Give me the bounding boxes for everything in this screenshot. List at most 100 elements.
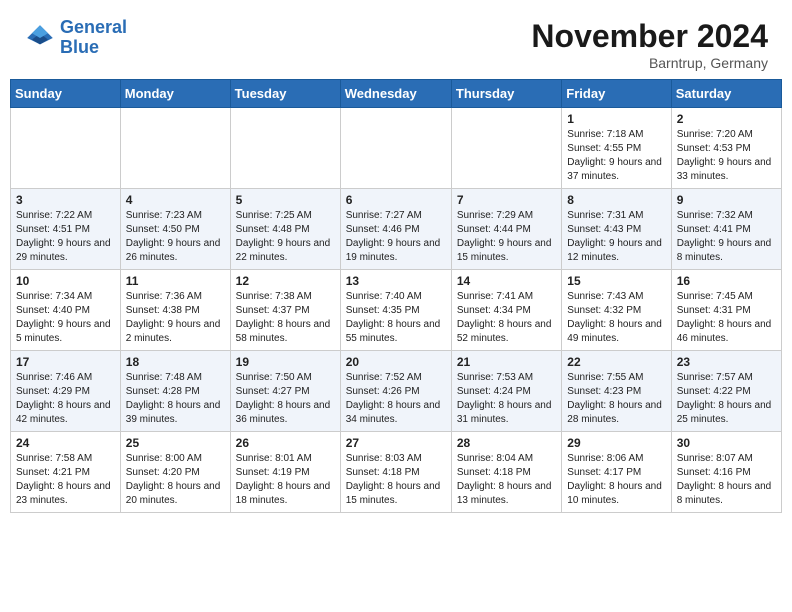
day-info: Sunrise: 8:01 AM Sunset: 4:19 PM Dayligh… [236, 452, 335, 508]
day-number: 7 [457, 193, 556, 207]
day-info: Sunrise: 7:52 AM Sunset: 4:26 PM Dayligh… [346, 371, 446, 427]
calendar-cell: 24 Sunrise: 7:58 AM Sunset: 4:21 PM Dayli… [11, 432, 121, 513]
day-number: 26 [236, 436, 335, 450]
calendar-cell [340, 108, 451, 189]
day-info: Sunrise: 7:41 AM Sunset: 4:34 PM Dayligh… [457, 290, 556, 346]
day-header-sunday: Sunday [11, 80, 121, 108]
month-title: November 2024 [531, 18, 768, 55]
calendar-cell: 9Sunrise: 7:32 AM Sunset: 4:41 PM Daylig… [671, 189, 781, 270]
day-number: 27 [346, 436, 446, 450]
calendar-cell: 18 Sunrise: 7:48 AM Sunset: 4:28 PM Dayli… [120, 351, 230, 432]
day-info: Sunrise: 7:57 AM Sunset: 4:22 PM Dayligh… [677, 371, 776, 427]
calendar-week-row: 17 Sunrise: 7:46 AM Sunset: 4:29 PM Dayli… [11, 351, 782, 432]
calendar-cell: 4Sunrise: 7:23 AM Sunset: 4:50 PM Daylig… [120, 189, 230, 270]
calendar-cell: 25 Sunrise: 8:00 AM Sunset: 4:20 PM Dayli… [120, 432, 230, 513]
calendar-week-row: 1 Sunrise: 7:18 AM Sunset: 4:55 PM Daylig… [11, 108, 782, 189]
day-info: Sunrise: 7:18 AM Sunset: 4:55 PM Dayligh… [567, 128, 665, 184]
day-number: 21 [457, 355, 556, 369]
calendar-cell: 15 Sunrise: 7:43 AM Sunset: 4:32 PM Dayli… [562, 270, 671, 351]
day-number: 11 [126, 274, 225, 288]
calendar-cell: 12Sunrise: 7:38 AM Sunset: 4:37 PM Dayli… [230, 270, 340, 351]
calendar-cell: 6Sunrise: 7:27 AM Sunset: 4:46 PM Daylig… [340, 189, 451, 270]
day-number: 20 [346, 355, 446, 369]
page-header: General Blue November 2024 Barntrup, Ger… [0, 0, 792, 79]
day-info: Sunrise: 7:43 AM Sunset: 4:32 PM Dayligh… [567, 290, 665, 346]
calendar-cell: 3 Sunrise: 7:22 AM Sunset: 4:51 PM Daylig… [11, 189, 121, 270]
logo: General Blue [24, 18, 127, 58]
day-info: Sunrise: 7:29 AM Sunset: 4:44 PM Dayligh… [457, 209, 556, 265]
calendar-cell: 10Sunrise: 7:34 AM Sunset: 4:40 PM Dayli… [11, 270, 121, 351]
day-number: 30 [677, 436, 776, 450]
day-number: 29 [567, 436, 665, 450]
day-info: Sunrise: 7:20 AM Sunset: 4:53 PM Dayligh… [677, 128, 776, 184]
day-header-tuesday: Tuesday [230, 80, 340, 108]
day-info: Sunrise: 7:34 AM Sunset: 4:40 PM Dayligh… [16, 290, 115, 346]
day-info: Sunrise: 7:25 AM Sunset: 4:48 PM Dayligh… [236, 209, 335, 265]
day-info: Sunrise: 8:06 AM Sunset: 4:17 PM Dayligh… [567, 452, 665, 508]
day-number: 4 [126, 193, 225, 207]
day-info: Sunrise: 7:48 AM Sunset: 4:28 PM Dayligh… [126, 371, 225, 427]
day-number: 15 [567, 274, 665, 288]
day-info: Sunrise: 8:00 AM Sunset: 4:20 PM Dayligh… [126, 452, 225, 508]
day-number: 1 [567, 112, 665, 126]
calendar-cell: 11 Sunrise: 7:36 AM Sunset: 4:38 PM Dayli… [120, 270, 230, 351]
day-info: Sunrise: 7:58 AM Sunset: 4:21 PM Dayligh… [16, 452, 115, 508]
calendar-cell: 23Sunrise: 7:57 AM Sunset: 4:22 PM Dayli… [671, 351, 781, 432]
day-info: Sunrise: 8:04 AM Sunset: 4:18 PM Dayligh… [457, 452, 556, 508]
day-info: Sunrise: 8:03 AM Sunset: 4:18 PM Dayligh… [346, 452, 446, 508]
calendar-cell: 7 Sunrise: 7:29 AM Sunset: 4:44 PM Daylig… [451, 189, 561, 270]
day-number: 28 [457, 436, 556, 450]
day-info: Sunrise: 7:46 AM Sunset: 4:29 PM Dayligh… [16, 371, 115, 427]
calendar-cell: 14 Sunrise: 7:41 AM Sunset: 4:34 PM Dayli… [451, 270, 561, 351]
day-info: Sunrise: 7:40 AM Sunset: 4:35 PM Dayligh… [346, 290, 446, 346]
day-number: 13 [346, 274, 446, 288]
calendar-cell: 1 Sunrise: 7:18 AM Sunset: 4:55 PM Daylig… [562, 108, 671, 189]
day-info: Sunrise: 8:07 AM Sunset: 4:16 PM Dayligh… [677, 452, 776, 508]
calendar-cell: 2 Sunrise: 7:20 AM Sunset: 4:53 PM Daylig… [671, 108, 781, 189]
day-number: 5 [236, 193, 335, 207]
day-number: 18 [126, 355, 225, 369]
day-info: Sunrise: 7:36 AM Sunset: 4:38 PM Dayligh… [126, 290, 225, 346]
day-number: 25 [126, 436, 225, 450]
calendar-cell [451, 108, 561, 189]
day-info: Sunrise: 7:31 AM Sunset: 4:43 PM Dayligh… [567, 209, 665, 265]
calendar-cell: 13 Sunrise: 7:40 AM Sunset: 4:35 PM Dayli… [340, 270, 451, 351]
day-header-saturday: Saturday [671, 80, 781, 108]
day-number: 12 [236, 274, 335, 288]
day-number: 22 [567, 355, 665, 369]
calendar-cell: 5 Sunrise: 7:25 AM Sunset: 4:48 PM Daylig… [230, 189, 340, 270]
day-info: Sunrise: 7:45 AM Sunset: 4:31 PM Dayligh… [677, 290, 776, 346]
day-info: Sunrise: 7:50 AM Sunset: 4:27 PM Dayligh… [236, 371, 335, 427]
calendar-table: SundayMondayTuesdayWednesdayThursdayFrid… [10, 79, 782, 513]
calendar-wrapper: SundayMondayTuesdayWednesdayThursdayFrid… [0, 79, 792, 523]
calendar-cell: 22Sunrise: 7:55 AM Sunset: 4:23 PM Dayli… [562, 351, 671, 432]
day-info: Sunrise: 7:22 AM Sunset: 4:51 PM Dayligh… [16, 209, 115, 265]
calendar-cell [120, 108, 230, 189]
calendar-week-row: 10Sunrise: 7:34 AM Sunset: 4:40 PM Dayli… [11, 270, 782, 351]
calendar-week-row: 3 Sunrise: 7:22 AM Sunset: 4:51 PM Daylig… [11, 189, 782, 270]
day-number: 2 [677, 112, 776, 126]
day-header-monday: Monday [120, 80, 230, 108]
calendar-cell: 26 Sunrise: 8:01 AM Sunset: 4:19 PM Dayli… [230, 432, 340, 513]
day-number: 24 [16, 436, 115, 450]
day-header-friday: Friday [562, 80, 671, 108]
calendar-header-row: SundayMondayTuesdayWednesdayThursdayFrid… [11, 80, 782, 108]
calendar-cell: 30 Sunrise: 8:07 AM Sunset: 4:16 PM Dayli… [671, 432, 781, 513]
day-header-thursday: Thursday [451, 80, 561, 108]
day-number: 6 [346, 193, 446, 207]
calendar-cell: 27 Sunrise: 8:03 AM Sunset: 4:18 PM Dayli… [340, 432, 451, 513]
calendar-cell: 20 Sunrise: 7:52 AM Sunset: 4:26 PM Dayli… [340, 351, 451, 432]
calendar-cell [230, 108, 340, 189]
calendar-cell: 16Sunrise: 7:45 AM Sunset: 4:31 PM Dayli… [671, 270, 781, 351]
calendar-cell: 28 Sunrise: 8:04 AM Sunset: 4:18 PM Dayli… [451, 432, 561, 513]
calendar-cell: 8Sunrise: 7:31 AM Sunset: 4:43 PM Daylig… [562, 189, 671, 270]
day-number: 3 [16, 193, 115, 207]
day-header-wednesday: Wednesday [340, 80, 451, 108]
day-number: 19 [236, 355, 335, 369]
day-number: 14 [457, 274, 556, 288]
title-block: November 2024 Barntrup, Germany [531, 18, 768, 71]
day-number: 17 [16, 355, 115, 369]
calendar-week-row: 24 Sunrise: 7:58 AM Sunset: 4:21 PM Dayli… [11, 432, 782, 513]
calendar-cell: 21Sunrise: 7:53 AM Sunset: 4:24 PM Dayli… [451, 351, 561, 432]
calendar-cell: 29 Sunrise: 8:06 AM Sunset: 4:17 PM Dayli… [562, 432, 671, 513]
